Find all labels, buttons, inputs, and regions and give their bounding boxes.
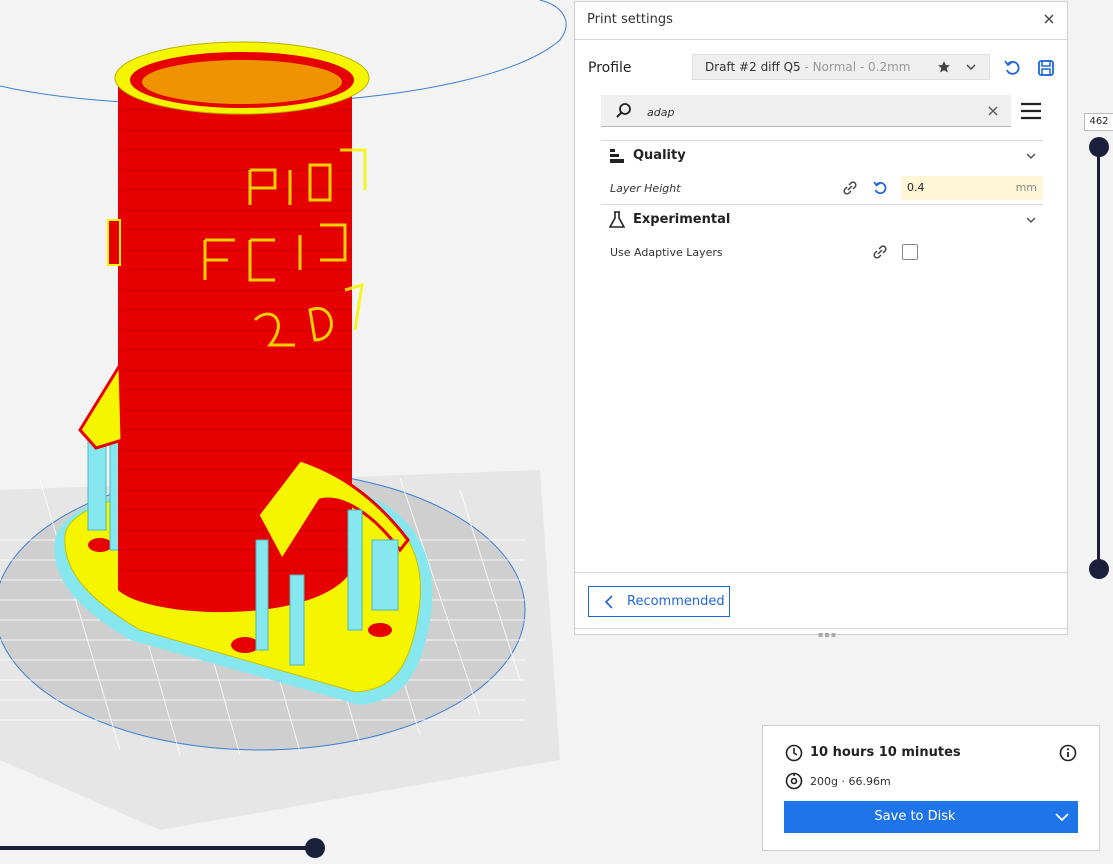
profile-name: Draft #2 diff Q5 (705, 60, 801, 74)
clear-search-icon[interactable] (987, 105, 999, 117)
save-profile-icon[interactable] (1037, 59, 1055, 77)
chevron-left-icon (604, 595, 613, 609)
profile-meta: - Normal - 0.2mm (800, 60, 911, 74)
search-input[interactable] (645, 101, 969, 123)
category-experimental[interactable]: Experimental (601, 205, 1043, 235)
search-icon (616, 103, 631, 118)
info-icon[interactable] (1059, 744, 1077, 762)
material-usage: 200g · 66.96m (810, 775, 891, 788)
setting-label-adaptive-layers: Use Adaptive Layers (610, 246, 723, 259)
divider (575, 572, 1067, 573)
grip-icon: ▪▪▪ (818, 630, 838, 639)
save-to-disk-label: Save to Disk (874, 809, 956, 824)
reset-setting-icon[interactable] (872, 180, 888, 196)
layer-number-badge[interactable]: 462 (1084, 113, 1113, 131)
spool-icon (785, 772, 803, 790)
print-settings-panel: Print settings Profile Draft #2 diff Q5 … (574, 1, 1068, 639)
panel-title: Print settings (587, 12, 673, 27)
chevron-down-icon[interactable] (1025, 215, 1037, 225)
reset-profile-icon[interactable] (1003, 59, 1021, 77)
chevron-down-icon[interactable] (1054, 811, 1070, 823)
recommended-label: Recommended (627, 594, 725, 609)
layer-slider-bottom-handle[interactable] (1089, 559, 1109, 579)
base-hole (368, 623, 392, 637)
settings-search[interactable] (601, 95, 1011, 127)
close-icon[interactable] (1041, 11, 1057, 27)
quality-icon (610, 149, 624, 163)
horizontal-slider-track[interactable] (0, 846, 315, 850)
print-job-card: 10 hours 10 minutes 200g · 66.96m Save t… (762, 725, 1100, 851)
flask-icon (609, 211, 625, 228)
recommended-button[interactable]: Recommended (588, 586, 730, 617)
panel-header: Print settings (575, 2, 1067, 40)
horizontal-slider-handle[interactable] (305, 838, 325, 858)
category-label: Quality (633, 148, 686, 163)
layer-height-field[interactable]: 0.4 mm (901, 176, 1043, 200)
adaptive-layers-checkbox[interactable] (902, 244, 918, 260)
clock-icon (785, 744, 803, 762)
layer-slider-top-handle[interactable] (1089, 137, 1109, 157)
chevron-down-icon[interactable] (965, 61, 977, 73)
setting-label-layer-height: Layer Height (610, 182, 681, 195)
base-hole (88, 538, 112, 552)
panel-resize-handle[interactable]: ▪▪▪ (575, 628, 1067, 639)
category-label: Experimental (633, 212, 731, 227)
chevron-down-icon[interactable] (1025, 151, 1037, 161)
tower (107, 41, 370, 613)
profile-dropdown[interactable]: Draft #2 diff Q5 - Normal - 0.2mm (692, 54, 990, 80)
save-to-disk-button[interactable]: Save to Disk (784, 801, 1078, 833)
layer-slider-track[interactable] (1097, 147, 1100, 569)
print-time: 10 hours 10 minutes (810, 745, 961, 760)
link-icon[interactable] (841, 179, 859, 197)
layer-height-value: 0.4 (907, 181, 925, 194)
star-icon[interactable] (937, 60, 951, 74)
category-quality[interactable]: Quality (601, 141, 1043, 171)
base-hole (231, 637, 259, 653)
layer-height-unit: mm (1015, 181, 1037, 194)
link-icon[interactable] (871, 243, 889, 261)
settings-menu-icon[interactable] (1020, 101, 1042, 121)
profile-label: Profile (588, 60, 632, 76)
